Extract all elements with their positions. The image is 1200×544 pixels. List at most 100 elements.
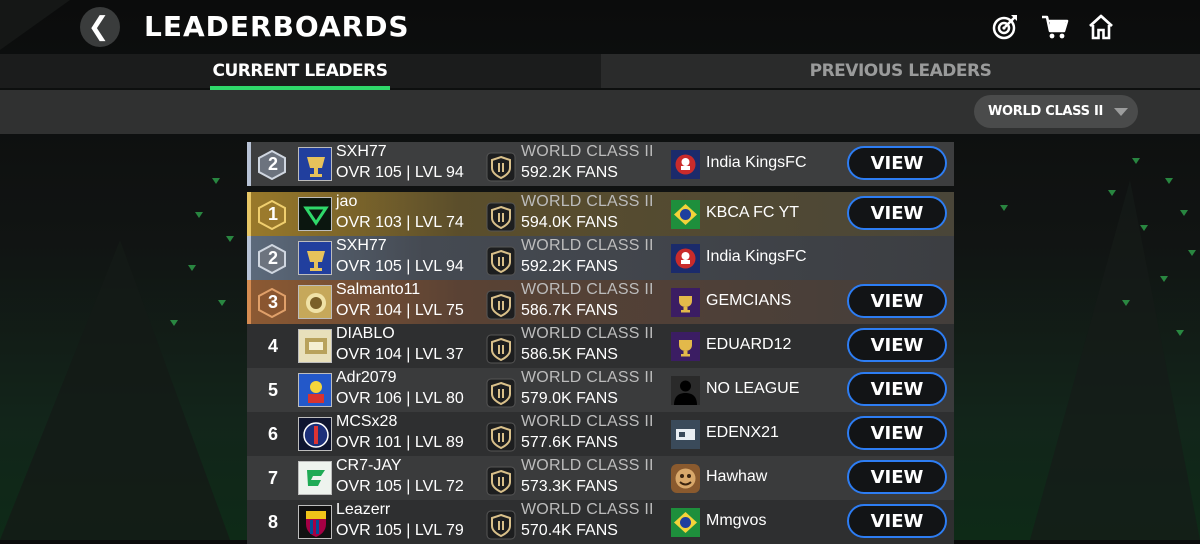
table-row[interactable]: 8 Leazerr OVR 105 | LVL 79 WORLD CLASS I… — [247, 500, 954, 544]
row-edge — [247, 280, 251, 324]
player-name: Salmanto11 — [336, 281, 421, 298]
player-stats: OVR 101 | LVL 89 — [336, 434, 464, 451]
player-name: MCSx28 — [336, 413, 398, 430]
player-stats: OVR 105 | LVL 79 — [336, 522, 464, 539]
store-cart-icon[interactable] — [1040, 12, 1070, 42]
player-stats: OVR 105 | LVL 94 — [336, 258, 464, 275]
back-button[interactable]: ❮ — [80, 7, 120, 47]
view-button[interactable]: VIEW — [847, 416, 947, 450]
division-name: WORLD CLASS II — [521, 501, 654, 518]
player-name: SXH77 — [336, 143, 387, 160]
league-name: EDENX21 — [706, 424, 779, 441]
fan-count: 570.4K FANS — [521, 522, 618, 539]
division-shield-icon — [486, 466, 516, 496]
division-shield-icon — [486, 246, 516, 276]
division-name: WORLD CLASS II — [521, 325, 654, 342]
player-name: DIABLO — [336, 325, 395, 342]
rank-number: 3 — [267, 292, 278, 312]
objectives-icon[interactable] — [990, 12, 1020, 42]
fan-count: 594.0K FANS — [521, 214, 618, 231]
fan-count: 586.7K FANS — [521, 302, 618, 319]
division-shield-icon — [486, 290, 516, 320]
player-crest-icon — [298, 373, 332, 407]
division-shield-icon — [486, 510, 516, 540]
table-row[interactable]: 6 MCSx28 OVR 101 | LVL 89 WORLD CLASS II… — [247, 412, 954, 456]
view-button[interactable]: VIEW — [847, 460, 947, 494]
table-row[interactable]: 2 SXH77 OVR 105 | LVL 94 WORLD CLASS II … — [247, 236, 954, 280]
league-name: India KingsFC — [706, 154, 807, 171]
row-edge — [247, 142, 251, 186]
league-name: Mmgvos — [706, 512, 767, 529]
view-button[interactable]: VIEW — [847, 328, 947, 362]
leaderboard-tabs: CURRENT LEADERS PREVIOUS LEADERS — [0, 54, 1200, 88]
player-crest-icon — [298, 329, 332, 363]
rank-number: 7 — [267, 468, 278, 488]
player-crest-icon — [298, 417, 332, 451]
player-name: jao — [336, 193, 358, 210]
division-name: WORLD CLASS II — [521, 413, 654, 430]
view-button[interactable]: VIEW — [847, 372, 947, 406]
league-name: NO LEAGUE — [706, 380, 800, 397]
table-row[interactable]: 3 Salmanto11 OVR 104 | LVL 75 WORLD CLAS… — [247, 280, 954, 324]
division-name: WORLD CLASS II — [521, 457, 654, 474]
rank-number: 2 — [267, 248, 278, 268]
league-logo-icon — [671, 508, 700, 537]
home-icon[interactable] — [1086, 12, 1116, 42]
player-stats: OVR 106 | LVL 80 — [336, 390, 464, 407]
rank-number: 2 — [267, 154, 278, 174]
table-row[interactable]: 1 jao OVR 103 | LVL 74 WORLD CLASS II 59… — [247, 192, 954, 236]
fan-count: 573.3K FANS — [521, 478, 618, 495]
league-name: Hawhaw — [706, 468, 768, 485]
league-logo-icon — [671, 288, 700, 317]
player-stats: OVR 105 | LVL 72 — [336, 478, 464, 495]
player-crest-icon — [298, 147, 332, 181]
player-stats: OVR 105 | LVL 94 — [336, 164, 464, 181]
league-name: GEMCIANS — [706, 292, 792, 309]
player-crest-icon — [298, 505, 332, 539]
division-name: WORLD CLASS II — [521, 369, 654, 386]
player-stats: OVR 103 | LVL 74 — [336, 214, 464, 231]
league-logo-icon — [671, 420, 700, 449]
table-row[interactable]: 7 CR7-JAY OVR 105 | LVL 72 WORLD CLASS I… — [247, 456, 954, 500]
page-title: LEADERBOARDS — [144, 10, 410, 43]
division-name: WORLD CLASS II — [521, 237, 654, 254]
rank-number: 5 — [267, 380, 278, 400]
view-button[interactable]: VIEW — [847, 284, 947, 318]
division-name: WORLD CLASS II — [521, 143, 654, 160]
player-name: CR7-JAY — [336, 457, 402, 474]
player-crest-icon — [298, 461, 332, 495]
player-crest-icon — [298, 285, 332, 319]
tab-previous-leaders[interactable]: PREVIOUS LEADERS — [601, 54, 1200, 88]
tab-current-leaders[interactable]: CURRENT LEADERS — [0, 54, 600, 88]
league-name: KBCA FC YT — [706, 204, 800, 221]
league-name: India KingsFC — [706, 248, 807, 265]
player-stats: OVR 104 | LVL 75 — [336, 302, 464, 319]
fan-count: 577.6K FANS — [521, 434, 618, 451]
fan-count: 592.2K FANS — [521, 164, 618, 181]
fan-count: 586.5K FANS — [521, 346, 618, 363]
division-shield-icon — [486, 202, 516, 232]
no-league-silhouette-icon — [671, 376, 700, 405]
league-logo-icon — [671, 464, 700, 493]
division-shield-icon — [486, 152, 516, 182]
table-row[interactable]: 5 Adr2079 OVR 106 | LVL 80 WORLD CLASS I… — [247, 368, 954, 412]
chevron-down-icon — [1114, 108, 1128, 116]
table-row[interactable]: 4 DIABLO OVR 104 | LVL 37 WORLD CLASS II… — [247, 324, 954, 368]
my-rank-row[interactable]: 2 SXH77 OVR 105 | LVL 94 WORLD CLASS II … — [247, 142, 954, 186]
view-button[interactable]: VIEW — [847, 196, 947, 230]
division-name: WORLD CLASS II — [521, 281, 654, 298]
player-name: Adr2079 — [336, 369, 397, 386]
division-dropdown[interactable]: WORLD CLASS II — [974, 95, 1138, 128]
view-button[interactable]: VIEW — [847, 504, 947, 538]
division-shield-icon — [486, 422, 516, 452]
fan-count: 592.2K FANS — [521, 258, 618, 275]
player-name: SXH77 — [336, 237, 387, 254]
filter-bar: WORLD CLASS II — [0, 90, 1200, 134]
division-shield-icon — [486, 334, 516, 364]
rank-number: 4 — [267, 336, 278, 356]
back-arrow-icon: ❮ — [87, 12, 110, 42]
player-crest-icon — [298, 241, 332, 275]
rank-number: 1 — [267, 204, 278, 224]
view-button[interactable]: VIEW — [847, 146, 947, 180]
division-shield-icon — [486, 378, 516, 408]
